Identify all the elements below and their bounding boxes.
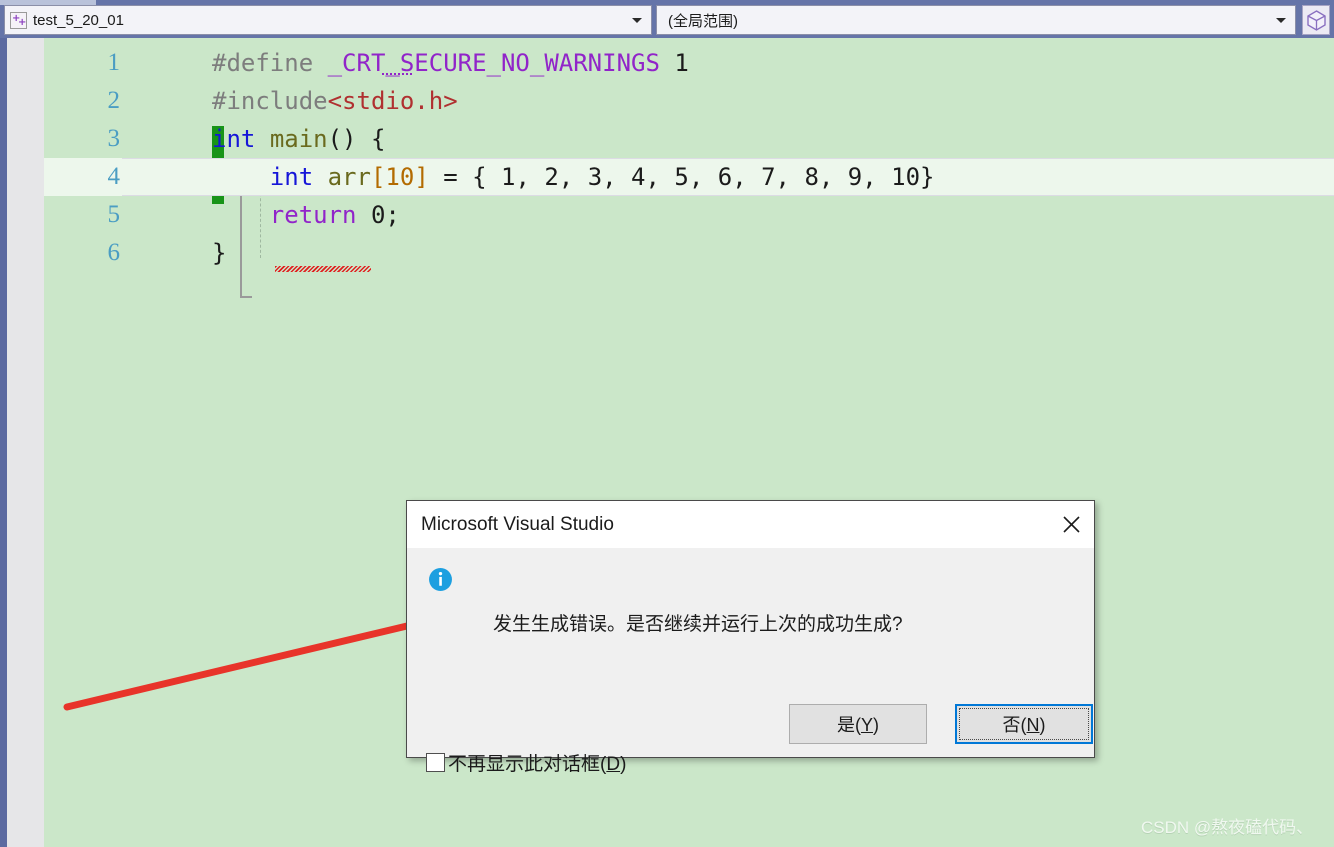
code-token: #define [212, 49, 328, 77]
vs-window: test_5_20_01 (全局范围) 1#define _CRT_SECURE… [0, 0, 1334, 847]
code-token: 1 [659, 49, 689, 77]
file-scope-value: test_5_20_01 [33, 11, 124, 29]
member-scope-dropdown[interactable]: (全局范围) [656, 5, 1296, 35]
code-token: [10] [370, 163, 429, 191]
code-token: int [212, 125, 256, 153]
no-button[interactable]: 否(N) [955, 704, 1093, 744]
csdn-watermark: CSDN @熬夜磕代码、 [1141, 818, 1314, 837]
code-token: () { [327, 125, 386, 153]
line-number: 1 [107, 49, 121, 76]
macro-dotted-underline [382, 73, 412, 75]
info-icon [429, 568, 452, 591]
cpp-file-icon [10, 11, 27, 29]
chevron-down-icon[interactable] [632, 17, 642, 23]
code-line[interactable]: 5 return 0; [44, 196, 1334, 234]
close-button[interactable] [1048, 501, 1094, 548]
line-code: #include<stdio.h> [212, 87, 458, 115]
member-scope-value: (全局范围) [668, 12, 738, 30]
dont-show-again-row[interactable]: 不再显示此对话框(D) [426, 749, 626, 776]
line-code: int main() { [212, 125, 385, 153]
code-line[interactable]: 2 #include<stdio.h> [44, 82, 1334, 120]
no-button-label: 否(N) [1002, 715, 1046, 735]
file-scope-dropdown[interactable]: test_5_20_01 [4, 5, 652, 35]
code-line[interactable]: 6} [44, 234, 1334, 272]
code-line[interactable]: 3 int main() { [44, 120, 1334, 158]
code-line[interactable]: 4 int arr[10] = { 1, 2, 3, 4, 5, 6, 7, 8… [44, 158, 1334, 196]
code-token: } [212, 239, 227, 267]
line-number: 4 [107, 163, 121, 190]
cube-icon [1306, 9, 1326, 31]
chevron-down-icon[interactable] [1276, 17, 1286, 23]
fold-region-foot [240, 296, 252, 298]
code-line[interactable]: 1 #define _CRT_SECURE_NO_WARNINGS 1 [44, 44, 1334, 82]
line-code: int arr[10] = { 1, 2, 3, 4, 5, 6, 7, 8, … [212, 163, 935, 191]
code-token: int [269, 163, 314, 191]
code-token: #include [212, 87, 328, 115]
dialog-titlebar: Microsoft Visual Studio [407, 501, 1094, 548]
dont-show-again-label: 不再显示此对话框(D) [448, 754, 627, 775]
line-number: 6 [107, 239, 121, 266]
code-token: main [269, 125, 328, 153]
code-token: 0; [356, 201, 400, 229]
dont-show-again-checkbox[interactable] [426, 753, 445, 772]
code-token: = { 1, 2, 3, 4, 5, 6, 7, 8, 9, 10} [428, 163, 935, 191]
yes-button-label: 是(Y) [836, 715, 879, 735]
line-number: 3 [107, 125, 121, 152]
line-code: } [212, 239, 226, 267]
error-squiggle [275, 266, 371, 272]
code-token: <stdio.h> [327, 87, 458, 115]
code-token: _CRT_SECURE_NO_WARNINGS [327, 49, 660, 77]
dialog-title: Microsoft Visual Studio [421, 513, 614, 535]
dialog-body: 发生生成错误。是否继续并运行上次的成功生成? 是(Y) 否(N) 不再显示此对话… [407, 548, 1094, 775]
editor-left-margin [7, 32, 44, 847]
message-dialog[interactable]: Microsoft Visual Studio 发生生成错误。是否继续并运行上次… [406, 500, 1095, 775]
line-code: #define _CRT_SECURE_NO_WARNINGS 1 [212, 49, 689, 77]
line-number: 2 [107, 87, 121, 114]
code-token: arr [327, 163, 371, 191]
window-left-edge [0, 0, 7, 847]
dialog-message: 发生生成错误。是否继续并运行上次的成功生成? [493, 614, 903, 635]
close-icon [1062, 516, 1080, 533]
line-number: 5 [107, 201, 121, 228]
line-code: return 0; [212, 201, 400, 229]
cube-icon-button[interactable] [1302, 5, 1330, 35]
code-token: return [269, 201, 357, 229]
yes-button[interactable]: 是(Y) [789, 704, 927, 744]
